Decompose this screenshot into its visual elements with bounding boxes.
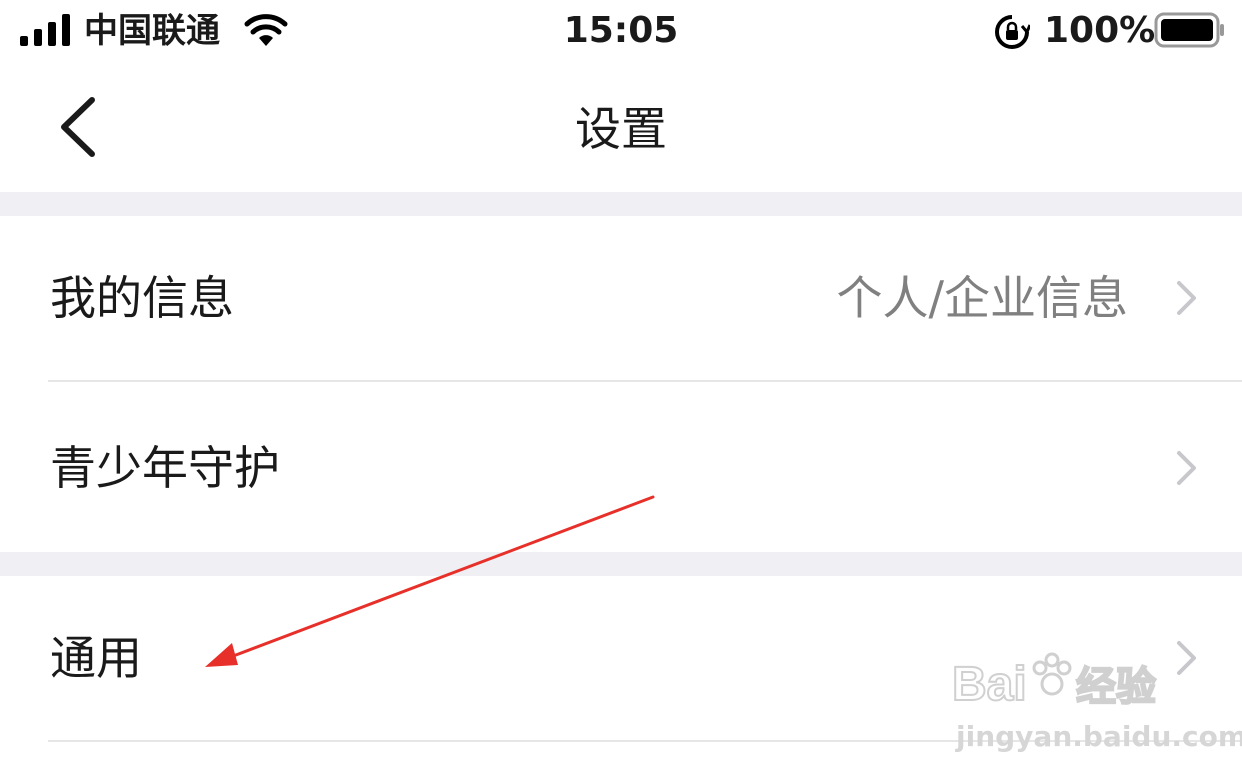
svg-text:Bai: Bai: [952, 658, 1027, 711]
rotation-lock-icon: [995, 15, 1030, 49]
settings-row-value: 个人/企业信息: [836, 271, 1129, 325]
svg-text:经验: 经验: [1076, 664, 1156, 710]
nav-bar: 设置: [0, 66, 1242, 192]
settings-row-my-info[interactable]: 我的信息 个人/企业信息: [0, 216, 1242, 380]
status-bar: 中国联通 15:05 100%: [0, 0, 1242, 66]
watermark-logo: Bai 经验: [951, 640, 1192, 720]
section-separator: [0, 552, 1242, 576]
settings-row-label: 我的信息: [50, 271, 234, 325]
chevron-right-icon: [1177, 451, 1196, 485]
settings-screen: 中国联通 15:05 100% 设置 我的信息 个人/企业信息 青少年守护 通用…: [0, 0, 1242, 778]
chevron-right-icon: [1177, 281, 1196, 315]
section-separator: [0, 192, 1242, 216]
settings-row-label: 通用: [50, 631, 142, 685]
row-divider: [48, 380, 1242, 382]
settings-row-youth-protection[interactable]: 青少年守护: [0, 384, 1242, 552]
baidu-paw-icon: Bai 经验: [951, 652, 1157, 712]
settings-row-label: 青少年守护: [50, 441, 280, 495]
page-title: 设置: [575, 102, 667, 156]
battery-percent: 100%: [1044, 10, 1156, 51]
battery-icon: [1154, 12, 1224, 48]
watermark-url: jingyan.baidu.com: [956, 720, 1242, 753]
